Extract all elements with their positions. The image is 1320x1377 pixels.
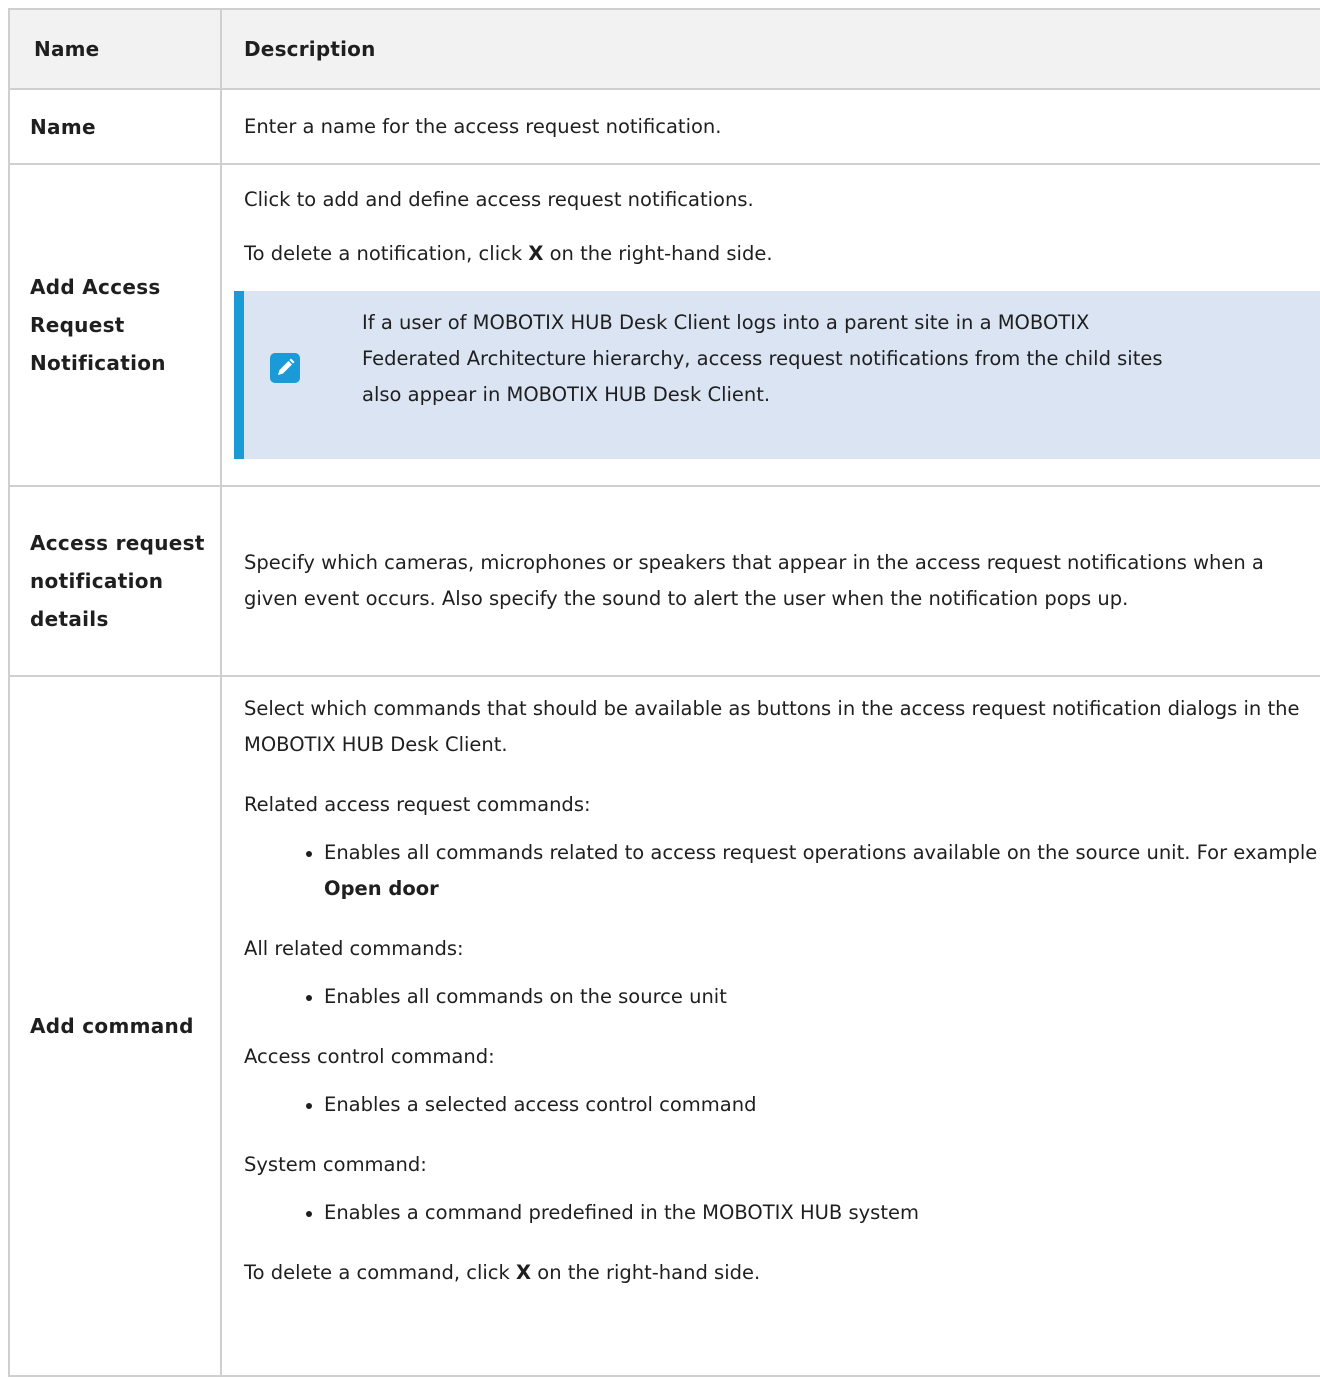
section-label: Related access request commands:: [244, 793, 591, 816]
open-door-label: Open door: [324, 877, 439, 900]
row-description-cell: Click to add and define access request n…: [220, 163, 1320, 487]
row-name-cell: Add Access Request Notification: [8, 163, 222, 487]
delete-x-label: X: [528, 242, 544, 265]
table-row: Access request notification details Spec…: [8, 485, 1320, 677]
description-text: Click to add and define access request n…: [244, 188, 754, 211]
bullet-list: Enables a selected access control comman…: [244, 1087, 1320, 1123]
bullet-list: Enables all commands related to access r…: [244, 835, 1320, 907]
pencil-note-icon: [270, 353, 300, 383]
header-name: Name: [8, 8, 222, 90]
bullet-list: Enables a command predefined in the MOBO…: [244, 1195, 1320, 1231]
row-name-cell: Name: [8, 88, 222, 165]
section-label: All related commands:: [244, 937, 464, 960]
table-row: Name Enter a name for the access request…: [8, 88, 1320, 165]
table-header-row: Name Description: [8, 8, 1320, 90]
row-name-cell: Add command: [8, 675, 222, 1377]
bullet-list: Enables all commands on the source unit: [244, 979, 1320, 1015]
section-label: Access control command:: [244, 1045, 495, 1068]
table-row: Add Access Request Notification Click to…: [8, 163, 1320, 487]
row-description-cell: Enter a name for the access request noti…: [220, 88, 1320, 165]
list-item: Enables a command predefined in the MOBO…: [244, 1195, 1320, 1231]
list-item: Enables a selected access control comman…: [244, 1087, 1320, 1123]
description-text: Select which commands that should be ava…: [244, 697, 1300, 756]
list-item: Enables all commands on the source unit: [244, 979, 1320, 1015]
row-name-cell: Access request notification details: [8, 485, 222, 677]
note-text: If a user of MOBOTIX HUB Desk Client log…: [362, 311, 1163, 406]
description-text: To delete a command, click X on the righ…: [244, 1261, 761, 1284]
delete-x-label: X: [516, 1261, 532, 1284]
section-label: System command:: [244, 1153, 427, 1176]
table-row: Add command Select which commands that s…: [8, 675, 1320, 1377]
list-item: Enables all commands related to access r…: [244, 835, 1320, 907]
note-callout: If a user of MOBOTIX HUB Desk Client log…: [234, 291, 1320, 459]
row-description-cell: Select which commands that should be ava…: [220, 675, 1320, 1377]
settings-table: Name Description Name Enter a name for t…: [8, 8, 1320, 1377]
row-description-cell: Specify which cameras, microphones or sp…: [220, 485, 1320, 677]
description-text: Specify which cameras, microphones or sp…: [244, 551, 1264, 610]
description-text: Enter a name for the access request noti…: [244, 114, 722, 138]
description-text: To delete a notification, click X on the…: [244, 242, 773, 265]
header-description: Description: [220, 8, 1320, 90]
